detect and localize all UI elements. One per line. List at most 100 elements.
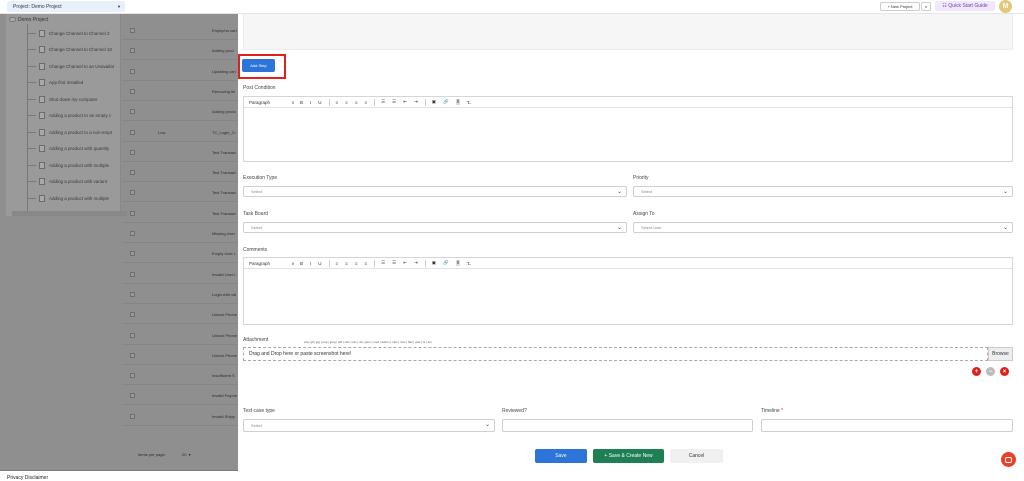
task-board-select[interactable]: Select ⌄	[243, 222, 627, 233]
row-checkbox[interactable]	[130, 129, 135, 135]
table-row[interactable]: Updating cart	[122, 63, 238, 81]
bold-icon[interactable]: B	[300, 261, 303, 266]
folder-toggle-icon[interactable]	[9, 17, 16, 22]
image-icon[interactable]: ▣	[432, 260, 436, 266]
add-icon[interactable]: +	[972, 367, 981, 376]
row-checkbox[interactable]	[130, 413, 135, 419]
row-checkbox[interactable]	[130, 88, 135, 94]
table-row[interactable]: Low TC_Login_Cr	[122, 124, 238, 142]
table-row[interactable]: Unlock Phone	[122, 327, 238, 345]
bold-icon[interactable]: B	[300, 100, 303, 105]
align-right-icon[interactable]: ≡	[355, 261, 358, 266]
row-checkbox[interactable]	[130, 109, 135, 115]
tree-item[interactable]: Change Channel to an Unavailat	[28, 61, 114, 71]
align-right-icon[interactable]: ≡	[355, 100, 358, 105]
test-case-link[interactable]: Updating cart	[212, 69, 238, 74]
row-checkbox[interactable]	[130, 231, 135, 236]
numbered-list-icon[interactable]: ☰	[392, 99, 396, 105]
test-case-link[interactable]: Test Transact	[212, 211, 238, 216]
test-case-link[interactable]: Insufficient S	[212, 373, 238, 378]
close-icon[interactable]: ×	[1000, 367, 1009, 376]
row-checkbox[interactable]	[130, 210, 135, 216]
tree-root-label[interactable]: Demo Project	[18, 17, 48, 23]
table-row[interactable]: Empty User L	[122, 245, 238, 264]
link-icon[interactable]: 🔗	[443, 99, 449, 105]
clear-format-icon[interactable]: T̶	[467, 261, 470, 266]
align-left-icon[interactable]: ≡	[336, 100, 339, 105]
row-checkbox[interactable]	[130, 332, 135, 338]
link-icon[interactable]: 🔗	[443, 260, 449, 266]
test-case-link[interactable]: Test Transact	[212, 150, 238, 155]
reviewed-field[interactable]	[502, 419, 753, 432]
paragraph-select[interactable]: Paragraph v	[249, 100, 294, 105]
justify-icon[interactable]: ≡	[364, 261, 367, 266]
privacy-disclaimer-link[interactable]: Privacy Disclaimer	[7, 475, 48, 481]
table-row[interactable]: Test Transact	[122, 205, 238, 223]
test-case-link[interactable]: Unlock Phone	[212, 353, 238, 358]
row-checkbox[interactable]	[130, 352, 135, 358]
table-row[interactable]: Unlock Phone	[122, 347, 238, 365]
browse-button[interactable]: Browse	[988, 347, 1013, 361]
source-icon[interactable]: Ⅱ	[455, 260, 460, 266]
table-row[interactable]: Insufficient S	[122, 367, 238, 386]
table-row[interactable]: Login with val	[122, 286, 238, 304]
tree-item[interactable]: Adding a product with multiple	[28, 193, 109, 203]
timeline-field[interactable]	[761, 419, 1013, 432]
post-condition-editor[interactable]: Paragraph v B I U ≡ ≡ ≡ ≡ ☰ ☰ ⇤ ⇥ ▣ 🔗 Ⅱ T…	[243, 96, 1013, 162]
execution-type-select[interactable]: Select ⌄	[243, 186, 627, 197]
test-case-link[interactable]: Empty User L	[212, 251, 238, 256]
table-row[interactable]: Missing User	[122, 225, 238, 243]
outdent-icon[interactable]: ⇤	[403, 260, 407, 266]
row-checkbox[interactable]	[130, 170, 135, 176]
row-checkbox[interactable]	[130, 393, 135, 399]
table-row[interactable]: Test Transact	[122, 164, 238, 183]
table-row[interactable]: Invalid Payme	[122, 387, 238, 406]
row-checkbox[interactable]	[130, 251, 135, 257]
row-checkbox[interactable]	[130, 291, 135, 297]
paragraph-select[interactable]: Paragraph v	[249, 261, 294, 266]
row-checkbox[interactable]	[130, 271, 135, 277]
assign-to-select[interactable]: Select User ⌄	[633, 222, 1013, 233]
test-case-link[interactable]: Adding produ	[212, 109, 238, 114]
outdent-icon[interactable]: ⇤	[403, 99, 407, 105]
table-row[interactable]: Empty/no cart	[122, 22, 238, 40]
tree-item[interactable]: Adding a product with quantity	[28, 144, 109, 154]
italic-icon[interactable]: I	[310, 261, 311, 266]
comments-editor[interactable]: Paragraph v B I U ≡ ≡ ≡ ≡ ☰ ☰ ⇤ ⇥ ▣ 🔗 Ⅱ T…	[243, 257, 1013, 325]
test-case-link[interactable]: Invalid Shipp	[212, 414, 238, 419]
test-case-link[interactable]: Login with val	[212, 292, 238, 297]
tree-item[interactable]: Adding a product to an empty c	[28, 111, 111, 121]
row-checkbox[interactable]	[130, 149, 135, 155]
align-left-icon[interactable]: ≡	[336, 261, 339, 266]
tree-item[interactable]: Adding a product with multiple	[28, 160, 109, 170]
image-icon[interactable]: ▣	[432, 99, 436, 105]
tree-scrollbar[interactable]	[12, 211, 127, 216]
bullet-list-icon[interactable]: ☰	[381, 260, 385, 266]
save-create-new-button[interactable]: + Save & Create New	[593, 449, 664, 463]
project-selector[interactable]: Project: Demo Project ▼	[7, 1, 125, 12]
save-button[interactable]: Save	[535, 449, 587, 463]
underline-icon[interactable]: U	[318, 261, 321, 266]
quick-start-guide-button[interactable]: ☷ Quick Start Guide	[935, 1, 995, 11]
row-checkbox[interactable]	[130, 373, 135, 379]
test-case-link[interactable]: Invalid Payme	[212, 393, 238, 398]
test-case-link[interactable]: TC_Login_Cr	[212, 130, 238, 135]
items-per-page-select[interactable]: 20 ▾	[182, 452, 191, 457]
row-checkbox[interactable]	[130, 28, 135, 33]
attachment-dropzone[interactable]: Drag and Drop here or paste screenshot h…	[243, 347, 988, 361]
table-row[interactable]: Test Transact	[122, 184, 238, 203]
test-case-link[interactable]: Test Transact	[212, 170, 238, 175]
avatar[interactable]: M	[999, 0, 1012, 13]
indent-icon[interactable]: ⇥	[414, 99, 418, 105]
row-checkbox[interactable]	[130, 312, 135, 318]
indent-icon[interactable]: ⇥	[414, 260, 418, 266]
row-checkbox[interactable]	[130, 68, 135, 74]
tree-item[interactable]: Adding a product to a non-empt	[28, 127, 112, 137]
table-row[interactable]: Unlock Phone	[122, 306, 238, 325]
priority-select[interactable]: Select ⌄	[633, 186, 1013, 197]
tree-item[interactable]: Shut down my computer	[28, 94, 98, 104]
row-checkbox[interactable]	[130, 190, 135, 196]
tree-item[interactable]: Change Channel to Channel 10	[28, 45, 112, 55]
test-case-link[interactable]: Empty/no cart	[212, 28, 238, 33]
table-row[interactable]: Test Transact	[122, 144, 238, 162]
